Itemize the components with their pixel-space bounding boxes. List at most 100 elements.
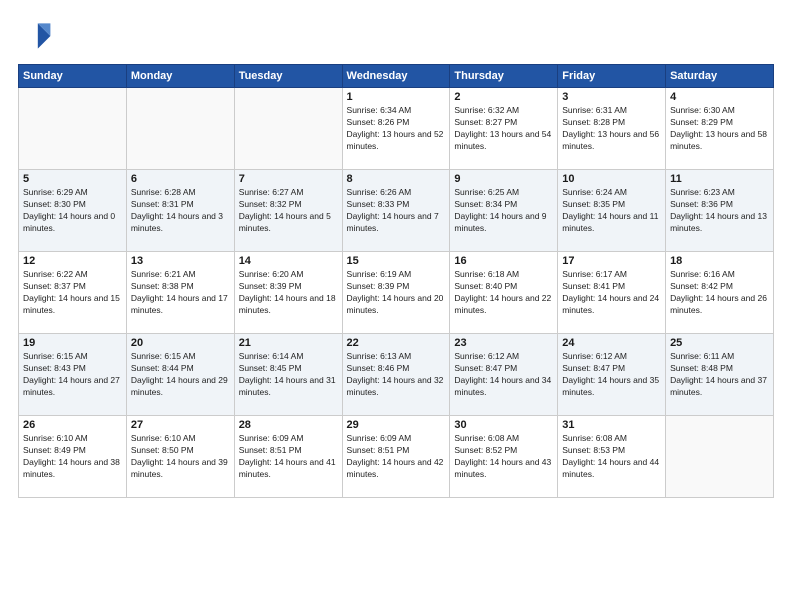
calendar-cell: 12 Sunrise: 6:22 AMSunset: 8:37 PMDayligh… <box>19 252 127 334</box>
calendar-cell: 14 Sunrise: 6:20 AMSunset: 8:39 PMDayligh… <box>234 252 342 334</box>
day-number: 26 <box>23 419 122 431</box>
cell-text: Sunrise: 6:17 AMSunset: 8:41 PMDaylight:… <box>562 269 661 317</box>
day-number: 20 <box>131 337 230 349</box>
day-number: 13 <box>131 255 230 267</box>
calendar-cell: 1 Sunrise: 6:34 AMSunset: 8:26 PMDaylight… <box>342 88 450 170</box>
calendar-cell: 19 Sunrise: 6:15 AMSunset: 8:43 PMDayligh… <box>19 334 127 416</box>
calendar-week-row: 26Sunrise: 6:10 AMSunset: 8:49 PMDayligh… <box>19 416 774 498</box>
calendar-cell: 26Sunrise: 6:10 AMSunset: 8:49 PMDayligh… <box>19 416 127 498</box>
day-number: 31 <box>562 419 661 431</box>
cell-text: Sunrise: 6:10 AMSunset: 8:50 PMDaylight:… <box>131 433 230 481</box>
logo <box>18 18 58 54</box>
calendar-cell <box>666 416 774 498</box>
day-number: 28 <box>239 419 338 431</box>
cell-text: Sunrise: 6:08 AMSunset: 8:52 PMDaylight:… <box>454 433 553 481</box>
cell-text: Sunrise: 6:24 AMSunset: 8:35 PMDaylight:… <box>562 187 661 235</box>
calendar-cell: 13 Sunrise: 6:21 AMSunset: 8:38 PMDayligh… <box>126 252 234 334</box>
cell-text: Sunrise: 6:09 AMSunset: 8:51 PMDaylight:… <box>239 433 338 481</box>
calendar-cell: 20 Sunrise: 6:15 AMSunset: 8:44 PMDayligh… <box>126 334 234 416</box>
day-of-week-header: Friday <box>558 65 666 88</box>
cell-text: Sunrise: 6:16 AMSunset: 8:42 PMDaylight:… <box>670 269 769 317</box>
day-number: 30 <box>454 419 553 431</box>
day-number: 4 <box>670 91 769 103</box>
cell-text: Sunrise: 6:34 AMSunset: 8:26 PMDaylight:… <box>347 105 446 153</box>
day-of-week-header: Wednesday <box>342 65 450 88</box>
calendar-cell <box>19 88 127 170</box>
cell-text: Sunrise: 6:14 AMSunset: 8:45 PMDaylight:… <box>239 351 338 399</box>
calendar-cell <box>126 88 234 170</box>
calendar-week-row: 12 Sunrise: 6:22 AMSunset: 8:37 PMDayligh… <box>19 252 774 334</box>
calendar-cell: 23 Sunrise: 6:12 AMSunset: 8:47 PMDayligh… <box>450 334 558 416</box>
cell-text: Sunrise: 6:15 AMSunset: 8:44 PMDaylight:… <box>131 351 230 399</box>
day-of-week-header: Thursday <box>450 65 558 88</box>
calendar-cell: 16 Sunrise: 6:18 AMSunset: 8:40 PMDayligh… <box>450 252 558 334</box>
day-number: 3 <box>562 91 661 103</box>
cell-text: Sunrise: 6:22 AMSunset: 8:37 PMDaylight:… <box>23 269 122 317</box>
header <box>18 18 774 54</box>
calendar-cell: 17Sunrise: 6:17 AMSunset: 8:41 PMDayligh… <box>558 252 666 334</box>
day-number: 6 <box>131 173 230 185</box>
calendar-week-row: 19 Sunrise: 6:15 AMSunset: 8:43 PMDayligh… <box>19 334 774 416</box>
logo-icon <box>18 18 54 54</box>
cell-text: Sunrise: 6:28 AMSunset: 8:31 PMDaylight:… <box>131 187 230 235</box>
calendar-week-row: 5 Sunrise: 6:29 AMSunset: 8:30 PMDaylight… <box>19 170 774 252</box>
cell-text: Sunrise: 6:20 AMSunset: 8:39 PMDaylight:… <box>239 269 338 317</box>
calendar-cell: 22Sunrise: 6:13 AMSunset: 8:46 PMDayligh… <box>342 334 450 416</box>
calendar-header-row: SundayMondayTuesdayWednesdayThursdayFrid… <box>19 65 774 88</box>
day-number: 14 <box>239 255 338 267</box>
day-number: 7 <box>239 173 338 185</box>
day-number: 27 <box>131 419 230 431</box>
calendar-cell: 8 Sunrise: 6:26 AMSunset: 8:33 PMDaylight… <box>342 170 450 252</box>
calendar-cell: 29 Sunrise: 6:09 AMSunset: 8:51 PMDayligh… <box>342 416 450 498</box>
day-number: 2 <box>454 91 553 103</box>
day-number: 16 <box>454 255 553 267</box>
cell-text: Sunrise: 6:15 AMSunset: 8:43 PMDaylight:… <box>23 351 122 399</box>
calendar-cell: 6 Sunrise: 6:28 AMSunset: 8:31 PMDaylight… <box>126 170 234 252</box>
cell-text: Sunrise: 6:30 AMSunset: 8:29 PMDaylight:… <box>670 105 769 153</box>
day-number: 5 <box>23 173 122 185</box>
cell-text: Sunrise: 6:18 AMSunset: 8:40 PMDaylight:… <box>454 269 553 317</box>
calendar-cell: 2 Sunrise: 6:32 AMSunset: 8:27 PMDaylight… <box>450 88 558 170</box>
cell-text: Sunrise: 6:19 AMSunset: 8:39 PMDaylight:… <box>347 269 446 317</box>
cell-text: Sunrise: 6:09 AMSunset: 8:51 PMDaylight:… <box>347 433 446 481</box>
calendar-cell: 5 Sunrise: 6:29 AMSunset: 8:30 PMDaylight… <box>19 170 127 252</box>
calendar-cell: 18 Sunrise: 6:16 AMSunset: 8:42 PMDayligh… <box>666 252 774 334</box>
cell-text: Sunrise: 6:12 AMSunset: 8:47 PMDaylight:… <box>562 351 661 399</box>
calendar-cell: 25Sunrise: 6:11 AMSunset: 8:48 PMDayligh… <box>666 334 774 416</box>
calendar-cell: 27 Sunrise: 6:10 AMSunset: 8:50 PMDayligh… <box>126 416 234 498</box>
day-of-week-header: Monday <box>126 65 234 88</box>
calendar-week-row: 1 Sunrise: 6:34 AMSunset: 8:26 PMDaylight… <box>19 88 774 170</box>
cell-text: Sunrise: 6:12 AMSunset: 8:47 PMDaylight:… <box>454 351 553 399</box>
calendar-cell: 9Sunrise: 6:25 AMSunset: 8:34 PMDaylight… <box>450 170 558 252</box>
day-number: 8 <box>347 173 446 185</box>
calendar-table: SundayMondayTuesdayWednesdayThursdayFrid… <box>18 64 774 498</box>
day-number: 18 <box>670 255 769 267</box>
day-number: 10 <box>562 173 661 185</box>
day-number: 9 <box>454 173 553 185</box>
day-number: 12 <box>23 255 122 267</box>
day-of-week-header: Saturday <box>666 65 774 88</box>
cell-text: Sunrise: 6:29 AMSunset: 8:30 PMDaylight:… <box>23 187 122 235</box>
calendar-cell: 24 Sunrise: 6:12 AMSunset: 8:47 PMDayligh… <box>558 334 666 416</box>
day-number: 15 <box>347 255 446 267</box>
day-number: 1 <box>347 91 446 103</box>
day-number: 23 <box>454 337 553 349</box>
calendar-cell: 15 Sunrise: 6:19 AMSunset: 8:39 PMDayligh… <box>342 252 450 334</box>
calendar-cell: 7Sunrise: 6:27 AMSunset: 8:32 PMDaylight… <box>234 170 342 252</box>
day-of-week-header: Tuesday <box>234 65 342 88</box>
cell-text: Sunrise: 6:23 AMSunset: 8:36 PMDaylight:… <box>670 187 769 235</box>
calendar-cell: 11Sunrise: 6:23 AMSunset: 8:36 PMDayligh… <box>666 170 774 252</box>
day-number: 29 <box>347 419 446 431</box>
calendar-cell: 30 Sunrise: 6:08 AMSunset: 8:52 PMDayligh… <box>450 416 558 498</box>
cell-text: Sunrise: 6:32 AMSunset: 8:27 PMDaylight:… <box>454 105 553 153</box>
cell-text: Sunrise: 6:21 AMSunset: 8:38 PMDaylight:… <box>131 269 230 317</box>
cell-text: Sunrise: 6:13 AMSunset: 8:46 PMDaylight:… <box>347 351 446 399</box>
day-number: 19 <box>23 337 122 349</box>
day-number: 24 <box>562 337 661 349</box>
calendar-cell: 31 Sunrise: 6:08 AMSunset: 8:53 PMDayligh… <box>558 416 666 498</box>
day-of-week-header: Sunday <box>19 65 127 88</box>
day-number: 21 <box>239 337 338 349</box>
calendar-cell: 28 Sunrise: 6:09 AMSunset: 8:51 PMDayligh… <box>234 416 342 498</box>
cell-text: Sunrise: 6:08 AMSunset: 8:53 PMDaylight:… <box>562 433 661 481</box>
cell-text: Sunrise: 6:26 AMSunset: 8:33 PMDaylight:… <box>347 187 446 235</box>
